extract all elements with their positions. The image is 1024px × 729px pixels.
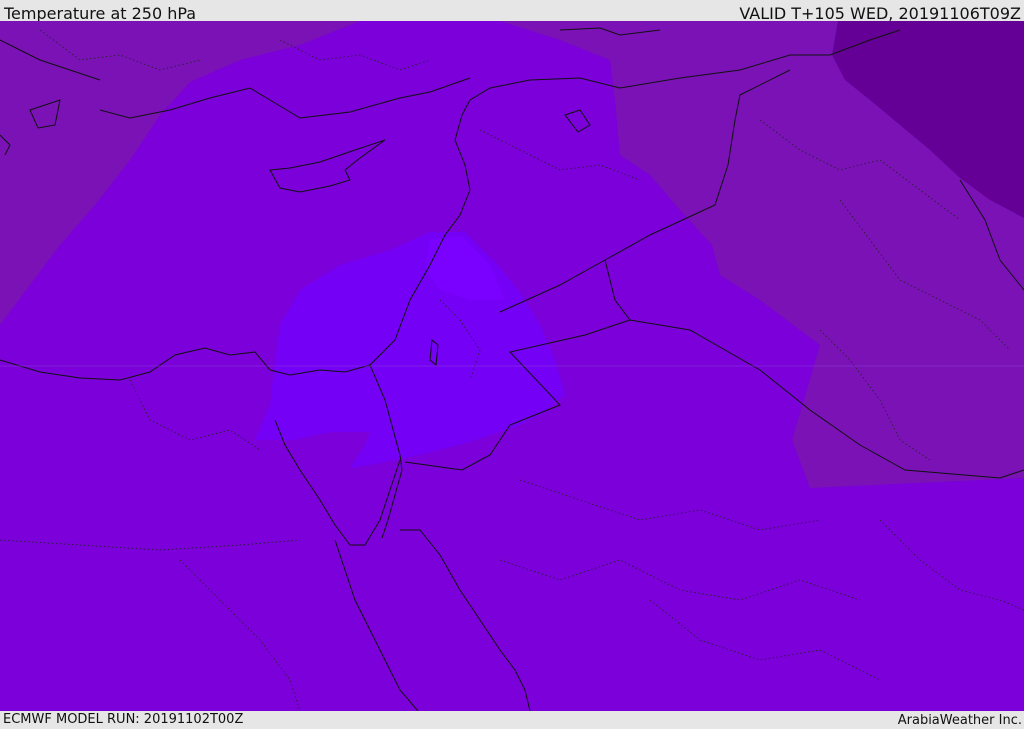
map-canvas bbox=[0, 21, 1024, 711]
model-run: ECMWF MODEL RUN: 20191102T00Z bbox=[3, 712, 244, 727]
credit-text: ArabiaWeather Inc. bbox=[897, 713, 1022, 728]
footer-bar: ECMWF MODEL RUN: 20191102T00Z ArabiaWeat… bbox=[0, 711, 1024, 729]
temperature-map bbox=[0, 21, 1024, 711]
header-bar: Temperature at 250 hPa VALID T+105 WED, … bbox=[0, 0, 1024, 23]
map-figure: Temperature at 250 hPa VALID T+105 WED, … bbox=[0, 0, 1024, 729]
